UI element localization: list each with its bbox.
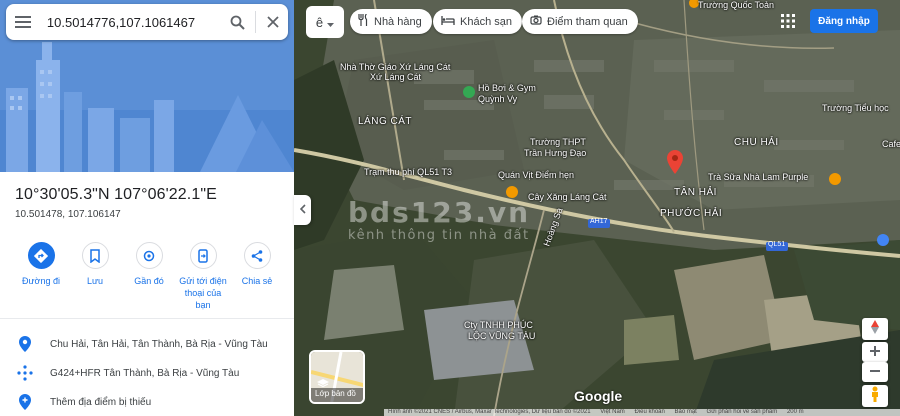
input-tools-glyph: ê	[315, 14, 324, 30]
search-divider	[254, 11, 256, 33]
area-label-tan-hai: TÂN HẢI	[674, 187, 717, 198]
map-label-church[interactable]: Nhà Thờ Giáo Xứ Láng Cát	[340, 62, 450, 72]
panel-divider	[0, 318, 294, 319]
map-label-school-top[interactable]: Trường Tiểu học	[822, 103, 889, 113]
map-label-gym-2[interactable]: Quỳnh Vy	[478, 94, 517, 104]
plus-code-icon	[0, 365, 50, 381]
plus-icon	[870, 343, 880, 361]
layer-switcher-label: Lớp bản đồ	[315, 389, 356, 398]
minus-icon	[870, 363, 880, 381]
chip-restaurants-label: Nhà hàng	[374, 15, 422, 28]
map-label-school[interactable]: Trường THPT	[530, 137, 586, 147]
terms-link[interactable]: Điều khoản	[634, 409, 664, 415]
directions-button[interactable]: Đường đi	[14, 242, 68, 311]
address-row[interactable]: Chu Hải, Tân Hải, Tân Thành, Bà Rịa - Vũ…	[0, 330, 294, 358]
nearby-button[interactable]: Gần đó	[122, 242, 176, 311]
save-button[interactable]: Lưu	[68, 242, 122, 311]
chip-restaurants[interactable]: Nhà hàng	[350, 9, 432, 34]
map-label-tea[interactable]: Trà Sữa Nhà Lam Purple	[708, 172, 808, 182]
nearby-icon	[135, 242, 163, 269]
add-place-icon	[0, 394, 50, 410]
attraction-icon	[530, 14, 542, 29]
directions-icon	[27, 242, 55, 269]
collapse-panel-button[interactable]	[294, 195, 311, 225]
address-text: Chu Hải, Tân Hải, Tân Thành, Bà Rịa - Vũ…	[50, 338, 268, 350]
nearby-label: Gần đó	[134, 276, 164, 286]
privacy-link[interactable]: Bảo mật	[675, 409, 697, 415]
map-label-cafe[interactable]: Cafe	[882, 139, 900, 149]
search-input[interactable]	[46, 14, 223, 30]
place-decimal-coordinates: 10.501478, 107.106147	[15, 209, 121, 220]
area-label-lang-cat: LÁNG CÁT	[358, 116, 413, 127]
compass-button[interactable]	[862, 318, 888, 340]
close-icon[interactable]	[259, 4, 288, 40]
menu-icon[interactable]	[6, 4, 41, 40]
map-label-church-2[interactable]: Xứ Láng Cát	[370, 72, 421, 82]
chip-hotels-label: Khách sạn	[460, 15, 512, 28]
imagery-attribution: Hình ảnh ©2021 CNES / Airbus, Maxar Tech…	[388, 409, 591, 415]
map-label-company[interactable]: Cty TNHH PHÚC	[464, 320, 533, 330]
search-box[interactable]	[6, 4, 288, 40]
send-to-phone-icon	[189, 242, 217, 269]
watermark-subtitle: kênh thông tin nhà đất	[348, 228, 530, 243]
apps-grid-icon[interactable]	[776, 9, 800, 33]
map-label-duck[interactable]: Quán Vịt Điểm hẹn	[498, 170, 574, 180]
chevron-left-icon	[299, 201, 306, 219]
side-panel: 10°30'05.3"N 107°06'22.1"E 10.501478, 10…	[0, 0, 294, 416]
share-label: Chia sẻ	[241, 276, 273, 286]
attribution-bar: Hình ảnh ©2021 CNES / Airbus, Maxar Tech…	[384, 409, 900, 416]
area-label-phuoc-hai: PHƯỚC HẢI	[660, 208, 723, 219]
input-tools-button[interactable]: ê	[306, 6, 344, 38]
feedback-link[interactable]: Gửi phản hồi về sản phẩm	[707, 409, 778, 415]
map-label-company-2[interactable]: LỘC VŨNG TÀU	[468, 331, 535, 341]
location-pin-icon	[0, 336, 50, 352]
pegman-icon	[870, 386, 880, 407]
zoom-in-button[interactable]	[862, 342, 888, 362]
compass-icon	[870, 319, 880, 339]
map-label-school-top-left[interactable]: Trường Quốc Toản	[698, 0, 774, 10]
add-place-text: Thêm địa điểm bị thiếu	[50, 396, 152, 408]
google-logo: Google	[574, 388, 623, 404]
save-label: Lưu	[86, 276, 104, 286]
chip-attractions[interactable]: Điểm tham quan	[522, 9, 638, 34]
map-label-gym[interactable]: Hồ Bơi & Gym	[478, 83, 536, 93]
plus-code-row[interactable]: G424+HFR Tân Thành, Bà Rịa - Vũng Tàu	[0, 359, 294, 387]
layer-switcher[interactable]: Lớp bản đồ	[309, 350, 365, 404]
map-label-road: QL51	[768, 241, 786, 248]
plus-code-text: G424+HFR Tân Thành, Bà Rịa - Vũng Tàu	[50, 367, 240, 379]
action-bar: Đường đi Lưu Gần đó Gửi tới điện thoại c…	[14, 242, 286, 311]
share-button[interactable]: Chia sẻ	[230, 242, 284, 311]
watermark: bds123.vn	[348, 196, 531, 229]
send-to-phone-button[interactable]: Gửi tới điện thoại của bạn	[176, 242, 230, 311]
sign-in-button[interactable]: Đăng nhập	[810, 9, 878, 33]
map-label-road-ah: AH17	[590, 218, 608, 225]
hotel-icon	[441, 15, 455, 28]
map-label-school-2[interactable]: Trần Hưng Đạo	[524, 148, 586, 158]
map-label-toll[interactable]: Trạm thu phí QL51 T3	[364, 167, 452, 177]
zoom-out-button[interactable]	[862, 362, 888, 382]
share-icon	[243, 242, 271, 269]
chip-hotels[interactable]: Khách sạn	[433, 9, 522, 34]
place-title: 10°30'05.3"N 107°06'22.1"E	[15, 186, 217, 203]
caret-down-icon	[327, 15, 335, 30]
bookmark-icon	[81, 242, 109, 269]
scale-label: 200 m	[786, 409, 804, 415]
map-label-gas[interactable]: Cây Xăng Láng Cát	[528, 192, 607, 202]
directions-label: Đường đi	[22, 276, 60, 286]
search-icon[interactable]	[223, 4, 252, 40]
chip-attractions-label: Điểm tham quan	[547, 15, 628, 28]
street-view-pegman[interactable]	[862, 385, 888, 407]
restaurant-icon	[358, 13, 369, 29]
add-place-row[interactable]: Thêm địa điểm bị thiếu	[0, 388, 294, 416]
region-link[interactable]: Việt Nam	[600, 409, 625, 415]
area-label-chu-hai: CHU HẢI	[734, 137, 779, 148]
send-to-phone-label: Gửi tới điện thoại của bạn	[179, 276, 227, 310]
